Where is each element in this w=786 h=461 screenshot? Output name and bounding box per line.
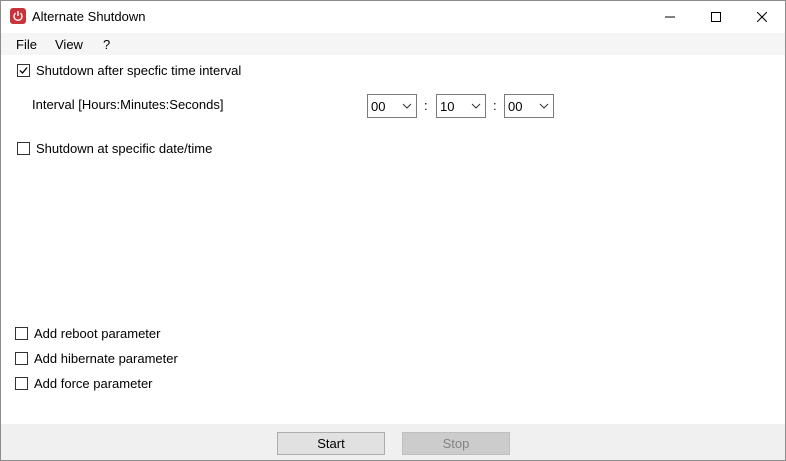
start-button[interactable]: Start xyxy=(277,432,385,455)
window-title: Alternate Shutdown xyxy=(32,9,146,24)
seconds-select[interactable]: 00 xyxy=(504,94,554,118)
force-option-label: Add force parameter xyxy=(34,376,153,391)
menu-help[interactable]: ? xyxy=(103,37,110,52)
reboot-checkbox[interactable] xyxy=(15,327,28,340)
time-separator: : xyxy=(424,98,428,113)
title-bar[interactable]: Alternate Shutdown xyxy=(1,1,785,32)
maximize-button[interactable] xyxy=(693,1,739,32)
chevron-down-icon xyxy=(539,103,549,109)
datetime-option-label: Shutdown at specific date/time xyxy=(36,141,213,156)
minutes-select[interactable]: 10 xyxy=(436,94,486,118)
hibernate-checkbox[interactable] xyxy=(15,352,28,365)
force-option[interactable]: Add force parameter xyxy=(15,376,153,391)
stop-button: Stop xyxy=(402,432,510,455)
timer-option-label: Shutdown after specfic time interval xyxy=(36,63,242,78)
power-icon xyxy=(10,8,26,24)
menu-bar: File View ? xyxy=(1,33,785,55)
datetime-option[interactable]: Shutdown at specific date/time xyxy=(17,141,212,156)
seconds-value: 00 xyxy=(508,99,523,114)
maximize-icon xyxy=(711,11,721,22)
hours-value: 00 xyxy=(371,99,386,114)
menu-view[interactable]: View xyxy=(55,37,83,52)
datetime-checkbox[interactable] xyxy=(17,142,30,155)
close-button[interactable] xyxy=(739,1,785,32)
button-bar: Start Stop xyxy=(1,424,785,460)
reboot-option-label: Add reboot parameter xyxy=(34,326,161,341)
hibernate-option-label: Add hibernate parameter xyxy=(34,351,178,366)
minutes-value: 10 xyxy=(440,99,455,114)
time-separator: : xyxy=(493,98,497,113)
timer-option[interactable]: Shutdown after specfic time interval xyxy=(17,63,241,78)
hibernate-option[interactable]: Add hibernate parameter xyxy=(15,351,178,366)
minimize-icon xyxy=(665,16,675,17)
timer-checkbox[interactable] xyxy=(17,64,30,77)
force-checkbox[interactable] xyxy=(15,377,28,390)
hours-select[interactable]: 00 xyxy=(367,94,417,118)
interval-label: Interval [Hours:Minutes:Seconds] xyxy=(32,97,224,112)
minimize-button[interactable] xyxy=(647,1,693,32)
chevron-down-icon xyxy=(402,103,412,109)
reboot-option[interactable]: Add reboot parameter xyxy=(15,326,160,341)
menu-file[interactable]: File xyxy=(16,37,37,52)
chevron-down-icon xyxy=(471,103,481,109)
close-icon xyxy=(757,11,767,22)
checkmark-icon xyxy=(19,67,28,74)
app-window: Alternate Shutdown File View ? Shutdown … xyxy=(0,0,786,461)
